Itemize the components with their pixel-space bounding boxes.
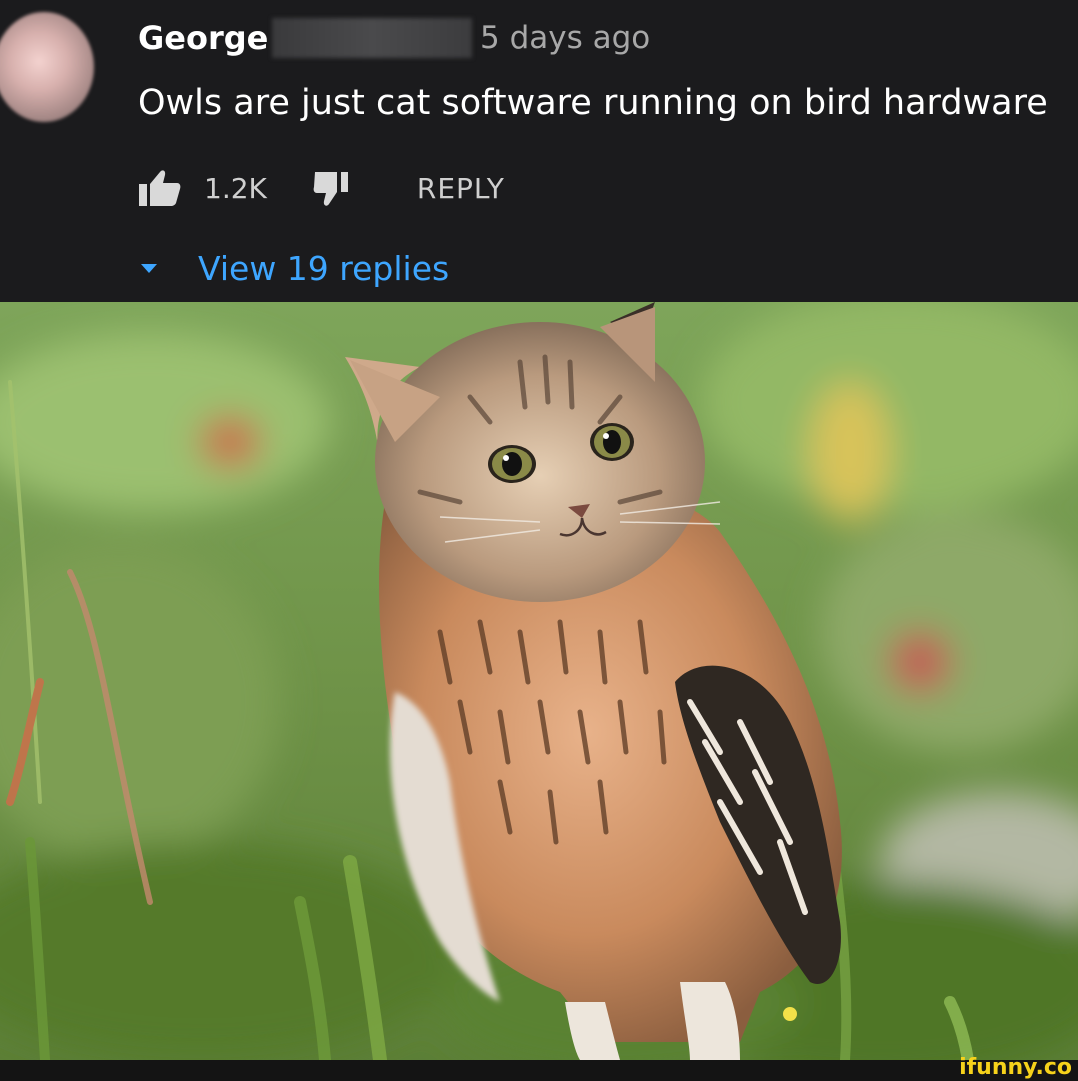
comment-timestamp[interactable]: 5 days ago <box>480 18 650 58</box>
thumbs-down-icon[interactable] <box>311 168 355 208</box>
watermark: ifunny.co <box>959 1055 1072 1080</box>
comment-actions: 1.2K REPLY <box>138 166 505 210</box>
author-name[interactable]: George <box>138 18 268 58</box>
redacted-username <box>272 18 472 58</box>
avatar[interactable] <box>0 12 94 122</box>
comment-card: George 5 days ago Owls are just cat soft… <box>0 0 1078 302</box>
bottom-bar <box>0 1060 1078 1081</box>
caret-down-icon <box>138 257 160 279</box>
view-replies-button[interactable]: View 19 replies <box>138 246 449 290</box>
view-replies-label: View 19 replies <box>198 248 450 288</box>
thumbs-up-icon[interactable] <box>138 168 182 208</box>
reply-button[interactable]: REPLY <box>417 172 505 205</box>
comment-text: Owls are just cat software running on bi… <box>138 83 1048 123</box>
cat-owl-photo <box>0 302 1078 1060</box>
like-count: 1.2K <box>204 171 267 205</box>
